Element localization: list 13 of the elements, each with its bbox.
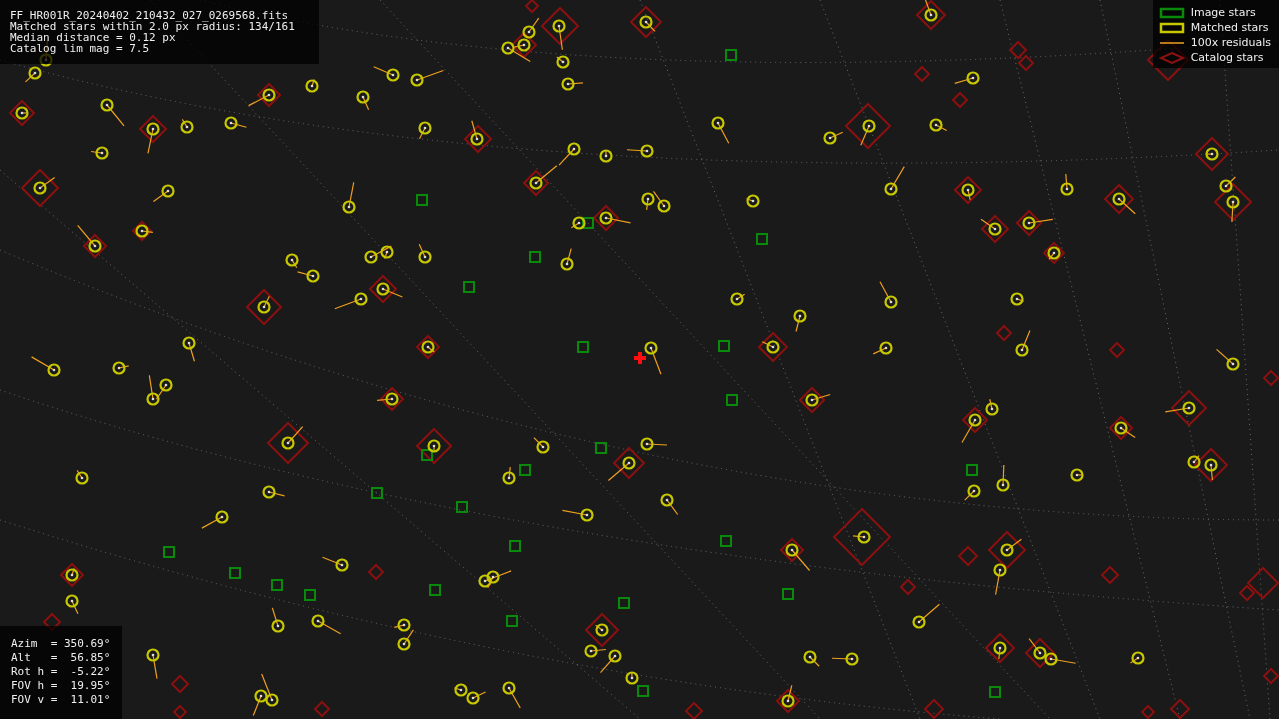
info-text: Matched stars within 2.0 px radius: 134/161 <box>10 21 296 32</box>
legend-label: Image stars <box>1190 6 1256 19</box>
pointing-text: FOV h = 19.95° <box>11 679 111 693</box>
pointing-text: Alt = 56.85° <box>11 651 111 665</box>
info-text: Catalog lim mag = 7.5 <box>10 43 151 54</box>
legend-label: 100x residuals <box>1190 36 1271 49</box>
legend-label: Catalog stars <box>1190 51 1264 64</box>
pointing-text: Azim = 350.69° <box>11 637 111 651</box>
pointing-text: FOV v = 11.01° <box>11 693 111 707</box>
pointing-text: Rot h = -5.22° <box>11 665 111 679</box>
info-text: FF_HR001R_20240402_210432_027_0269568.fits <box>10 10 290 21</box>
legend-label: Matched stars <box>1190 21 1269 34</box>
info-text: Median distance = 0.12 px <box>10 32 176 43</box>
